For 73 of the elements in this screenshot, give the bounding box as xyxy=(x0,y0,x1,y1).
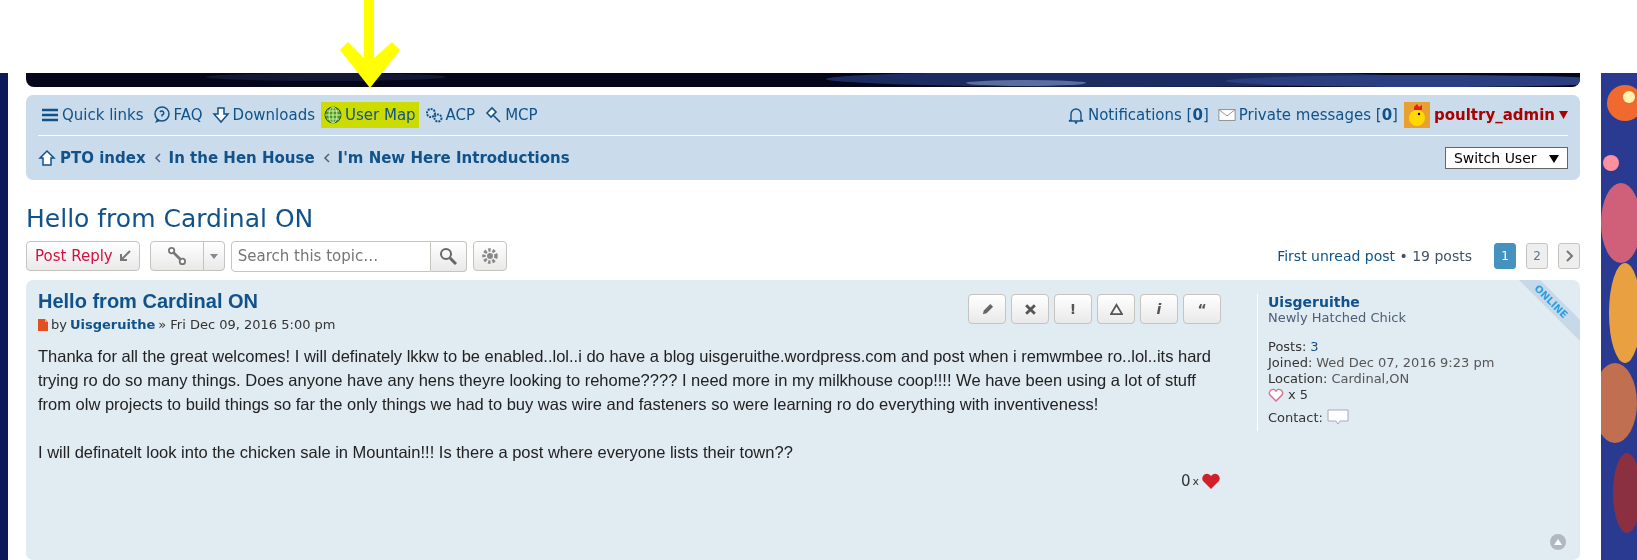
pencil-icon xyxy=(980,302,994,316)
author-byline: by xyxy=(51,317,67,332)
report-button[interactable]: ! xyxy=(1054,294,1092,324)
user-menu[interactable]: poultry_admin xyxy=(1403,102,1568,128)
menu-icon xyxy=(41,106,59,124)
notifications-link[interactable]: Notifications [0] xyxy=(1063,102,1212,128)
breadcrumb-link[interactable]: I'm New Here Introductions xyxy=(337,149,570,167)
warn-button[interactable] xyxy=(1097,294,1135,324)
likes-received: x 5 xyxy=(1288,387,1309,403)
nav-link[interactable]: MCP xyxy=(481,102,541,128)
settings-button[interactable] xyxy=(472,241,507,271)
breadcrumb-link[interactable]: In the Hen House xyxy=(168,149,315,167)
question-icon xyxy=(152,106,171,124)
chevron-icon xyxy=(153,153,161,163)
tools-dropdown[interactable] xyxy=(149,241,225,271)
caret-icon xyxy=(1549,155,1559,163)
next-page-button[interactable] xyxy=(1558,243,1580,269)
field-value: Wed Dec 07, 2016 9:23 pm xyxy=(1316,355,1495,371)
post-title[interactable]: Hello from Cardinal ON xyxy=(38,290,336,313)
gears-icon xyxy=(424,106,443,124)
heart-icon xyxy=(1201,472,1221,490)
close-icon xyxy=(1023,302,1037,316)
triangle-icon xyxy=(1109,302,1123,316)
field-label: Posts: xyxy=(1268,339,1307,355)
search-button[interactable] xyxy=(430,240,467,272)
globe-icon xyxy=(324,106,342,124)
edit-button[interactable] xyxy=(968,294,1006,324)
author-link[interactable]: Uisgeruithe xyxy=(69,317,156,332)
post-reply-button[interactable]: Post Reply xyxy=(26,241,140,271)
caret-icon xyxy=(1559,111,1568,119)
hammer-icon xyxy=(484,106,503,124)
speech-bubble-icon xyxy=(1326,409,1349,425)
nav-link[interactable]: FAQ xyxy=(149,102,206,128)
nav-link[interactable]: User Map xyxy=(321,102,419,128)
field-label: Location: xyxy=(1268,371,1328,387)
info-button[interactable]: i xyxy=(1140,294,1178,324)
post-text: Thanka for all the great welcomes! I will definately lkkw to be enabled..lol..i do have a blog uisgeruithe.wordpress.com and post when i remwmbee ro..lol..its hard trying ro do so many things. Does anyone have any hens theyre looking to rehome???? I need more in my milkhouse coop!!!! We have been using a lot of stuff from olw projects to build things so far the only things we had to buy was wire and fasteners so were learning ro do everything with inventiveness! xyxy=(38,346,1212,415)
delete-button[interactable] xyxy=(1011,294,1049,324)
messages-link[interactable]: Private messages [0] xyxy=(1214,102,1401,128)
nav-link[interactable]: ACP xyxy=(421,102,479,128)
field-link[interactable]: 3 xyxy=(1310,339,1319,355)
breadcrumb-link[interactable]: PTO index xyxy=(38,149,146,167)
caret-icon xyxy=(209,253,218,259)
wrench-icon xyxy=(167,247,186,265)
nav-link[interactable]: Quick links xyxy=(38,102,147,128)
first-unread-link[interactable]: First unread post xyxy=(1277,248,1396,264)
post-text: I will definatelt look into the chicken sale in Mountain!!! Is there a post where everyone lists their town?? xyxy=(38,442,794,463)
quote-button[interactable]: “ xyxy=(1183,294,1221,324)
bell-icon xyxy=(1066,106,1085,124)
topic-title: Hello from Cardinal ON xyxy=(26,204,315,234)
like-multiplier: x xyxy=(1192,474,1199,488)
chicken-avatar-icon xyxy=(1403,102,1430,128)
post-icon xyxy=(38,318,48,331)
chevron-icon xyxy=(1564,250,1574,262)
like-count: 0 xyxy=(1180,472,1191,490)
home-icon xyxy=(38,149,56,167)
envelope-icon xyxy=(1217,106,1236,124)
post-count: • 19 posts xyxy=(1398,248,1472,264)
search-icon xyxy=(439,247,458,265)
heart-outline-icon xyxy=(1268,387,1284,402)
chevron-icon xyxy=(322,153,330,163)
field-label: Joined: xyxy=(1268,355,1313,371)
post-date: » Fri Dec 09, 2016 5:00 pm xyxy=(158,317,336,332)
page-button[interactable]: 1 xyxy=(1494,243,1516,269)
switch-user-dropdown[interactable]: Switch User xyxy=(1444,147,1568,169)
contact-label: Contact: xyxy=(1268,409,1323,425)
download-icon xyxy=(211,106,230,124)
search-field[interactable]: Search this topic… xyxy=(230,240,431,272)
nav-link[interactable]: Downloads xyxy=(208,102,318,128)
settings-icon xyxy=(480,247,499,265)
field-value: Cardinal,ON xyxy=(1331,371,1410,387)
page-button[interactable]: 2 xyxy=(1526,243,1548,269)
reply-arrow-icon xyxy=(118,250,131,262)
